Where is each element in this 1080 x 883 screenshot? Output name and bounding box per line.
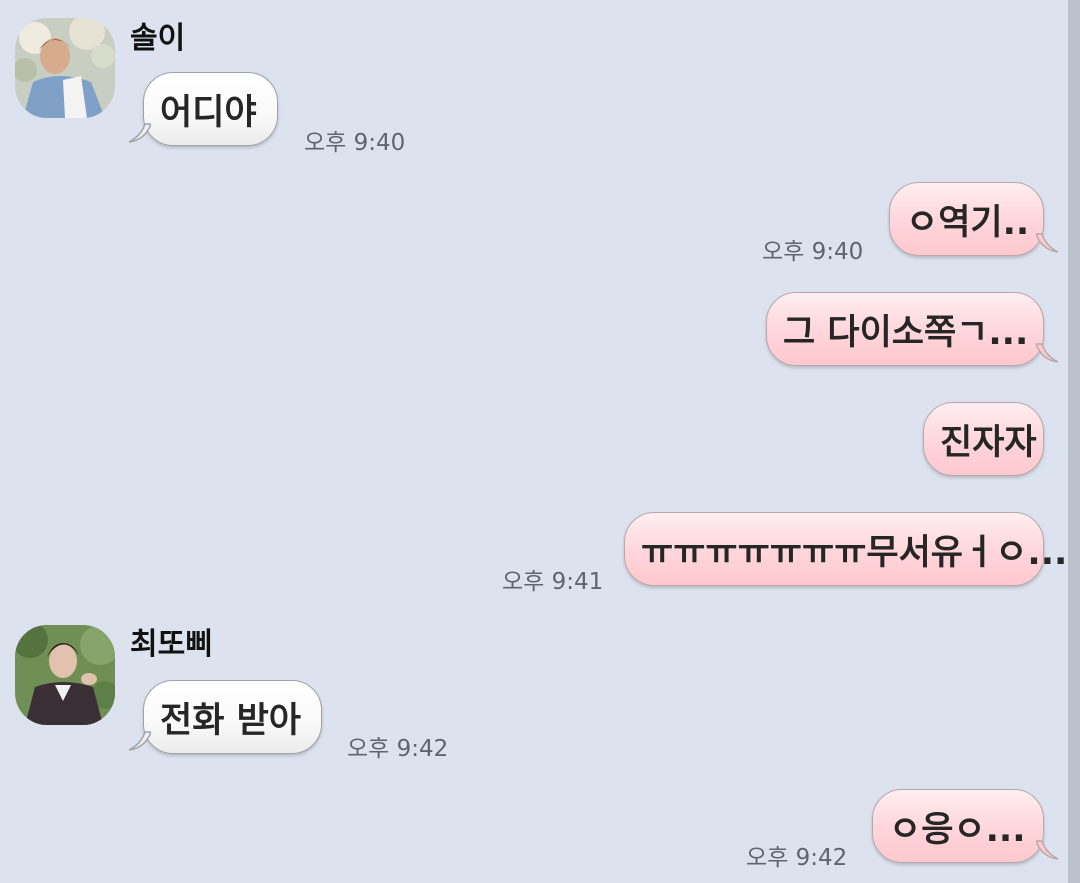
outgoing-message-bubble[interactable]: 그 다이소쪽ㄱ... [766, 292, 1058, 366]
scrollbar[interactable] [1068, 0, 1080, 883]
outgoing-message-bubble[interactable]: ㅠㅠㅠㅠㅠㅠㅠ무서유ㅓㅇ... [624, 512, 1067, 586]
bubble-tail-icon [129, 731, 151, 751]
message-text: 그 다이소쪽ㄱ... [783, 312, 1029, 353]
outgoing-message-bubble[interactable]: 진자자 [923, 402, 1044, 476]
timestamp: 오후 9:41 [502, 569, 604, 595]
incoming-message-bubble[interactable]: 전화 받아 [129, 680, 322, 754]
timestamp: 오후 9:42 [347, 736, 449, 762]
message-text: ㅠㅠㅠㅠㅠㅠㅠ무서유ㅓㅇ... [641, 532, 1068, 573]
avatar-choi[interactable] [15, 625, 115, 725]
bubble-tail-icon [1036, 233, 1058, 253]
message-text: 어디야 [160, 92, 257, 133]
timestamp: 오후 9:40 [304, 130, 406, 156]
message-text: ㅇ응ㅇ... [889, 809, 1026, 850]
message-text: 진자자 [940, 422, 1037, 463]
incoming-message-bubble[interactable]: 어디야 [129, 72, 278, 146]
message-text: 전화 받아 [160, 700, 301, 741]
sender-name: 최또삐 [130, 627, 213, 662]
timestamp: 오후 9:42 [746, 845, 848, 871]
outgoing-message-bubble[interactable]: ㅇ응ㅇ... [872, 789, 1058, 863]
bubble-tail-icon [1036, 840, 1058, 860]
avatar-solyi[interactable] [15, 18, 115, 118]
bubble-tail-icon [1036, 343, 1058, 363]
sender-name: 솔이 [130, 21, 186, 56]
outgoing-message-bubble[interactable]: ㅇ역기.. [889, 182, 1058, 256]
timestamp: 오후 9:40 [762, 239, 864, 265]
bubble-tail-icon [129, 123, 151, 143]
message-text: ㅇ역기.. [906, 202, 1030, 243]
